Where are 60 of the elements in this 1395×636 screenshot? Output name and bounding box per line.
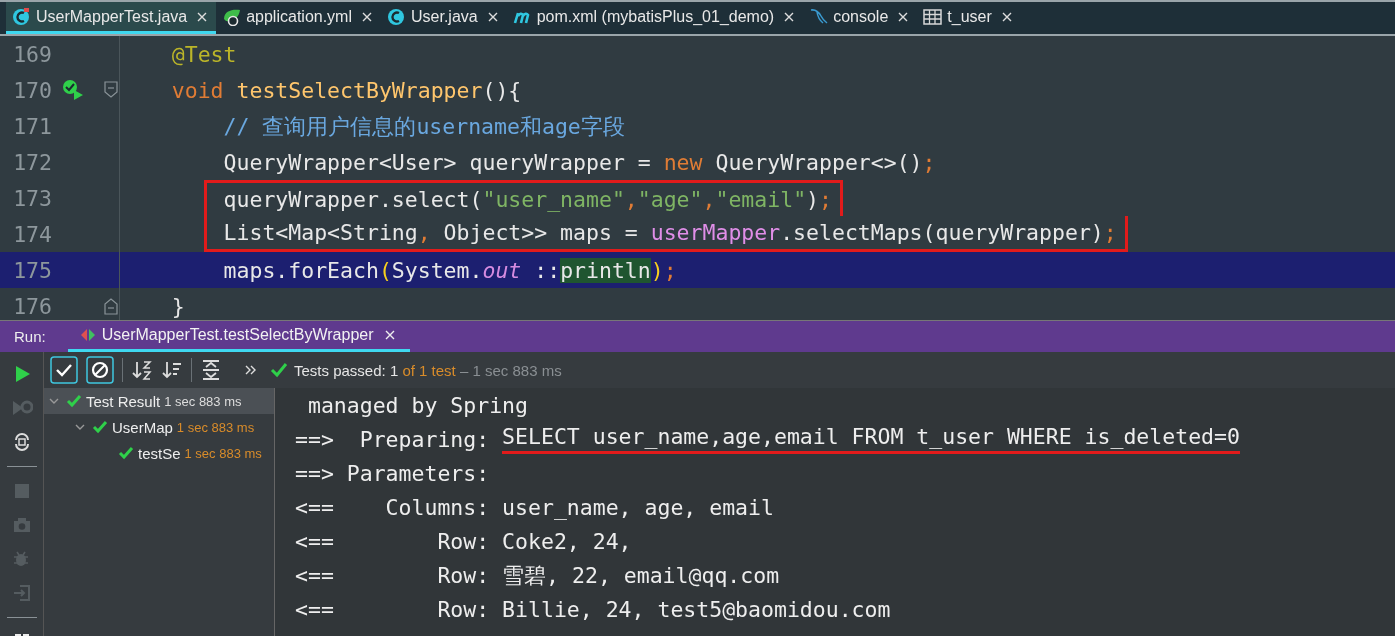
code-line: maps.forEach(System.out ::println);	[222, 257, 677, 283]
test-tree-item[interactable]: testSe 1 sec 883 ms	[44, 440, 274, 466]
check-icon	[92, 419, 108, 435]
check-icon	[66, 393, 82, 409]
test-tree-item[interactable]: UserMap 1 sec 883 ms	[44, 414, 274, 440]
code-line: void testSelectByWrapper(){	[170, 77, 522, 103]
editor-tab[interactable]: pom.xml (mybatisPlus_01_demo)	[506, 2, 804, 34]
leaf-gear-icon	[222, 7, 242, 26]
class-icon	[387, 7, 406, 26]
show-passed-icon[interactable]	[50, 356, 78, 384]
line-number: 176	[12, 293, 52, 319]
console-line: <== Row: Coke2, 24,	[295, 528, 632, 554]
console-line: SELECT user_name,age,email FROM t_user WHERE is_deleted=0	[502, 424, 1240, 454]
table-icon	[923, 7, 943, 26]
expand-all-icon[interactable]	[200, 359, 222, 381]
line-number: 175	[12, 257, 52, 283]
editor-tab[interactable]: t_user	[917, 2, 1021, 34]
panel-label: Run:	[13, 328, 47, 345]
line-number: 172	[12, 149, 52, 175]
check-icon	[270, 361, 288, 379]
line-number: 170	[12, 77, 52, 103]
close-icon[interactable]	[196, 10, 209, 23]
fold-icon[interactable]	[103, 297, 119, 315]
code-line: // 查询用户信息的username和age字段	[222, 112, 625, 141]
close-icon[interactable]	[783, 10, 796, 23]
fold-icon[interactable]	[103, 81, 119, 99]
line-number: 174	[12, 221, 52, 247]
test-diamond-icon	[79, 327, 96, 343]
console-line: <== Columns: user_name, age, email	[295, 494, 774, 520]
show-ignored-icon[interactable]	[86, 356, 114, 384]
more-chevron-icon[interactable]	[244, 363, 258, 377]
close-icon[interactable]	[383, 329, 396, 341]
run-test-icon[interactable]	[61, 78, 85, 102]
console-line: <== Row: 雪碧, 22, email@qq.com	[295, 561, 780, 590]
editor-tab[interactable]: User.java	[381, 2, 507, 34]
sort-duration-icon[interactable]	[161, 359, 183, 381]
close-icon[interactable]	[361, 10, 373, 23]
dolphin-icon	[809, 7, 829, 26]
line-number: 169	[12, 41, 52, 67]
console-line: ==> Parameters:	[295, 460, 490, 486]
code-line: }	[170, 293, 185, 319]
test-tree-item[interactable]: Test Result 1 sec 883 ms	[44, 388, 274, 414]
line-number: 171	[12, 113, 52, 139]
console-line: ==> Preparing:	[295, 426, 491, 452]
test-status: Tests passed: 1 of 1 test – 1 sec 883 ms	[294, 361, 562, 379]
close-icon[interactable]	[1000, 10, 1013, 23]
close-icon[interactable]	[486, 10, 499, 23]
line-number: 173	[12, 185, 52, 211]
code-line: queryWrapper.select("user_name","age","email");	[204, 180, 843, 216]
console-line: managed by Spring	[306, 392, 528, 418]
sort-alpha-icon[interactable]	[131, 359, 153, 381]
check-icon	[118, 445, 134, 461]
editor-tab[interactable]: console	[803, 2, 918, 34]
console-line: <== Row: Billie, 24, test5@baomidou.com	[295, 596, 891, 622]
editor-tab[interactable]: UserMapperTest.java	[6, 2, 217, 34]
code-line: @Test	[170, 41, 237, 67]
close-icon[interactable]	[897, 10, 910, 23]
code-line: QueryWrapper<User> queryWrapper = new QueryWrapper<>();	[222, 149, 936, 175]
class-icon	[12, 7, 31, 26]
editor-tab[interactable]: application.yml	[216, 2, 381, 34]
